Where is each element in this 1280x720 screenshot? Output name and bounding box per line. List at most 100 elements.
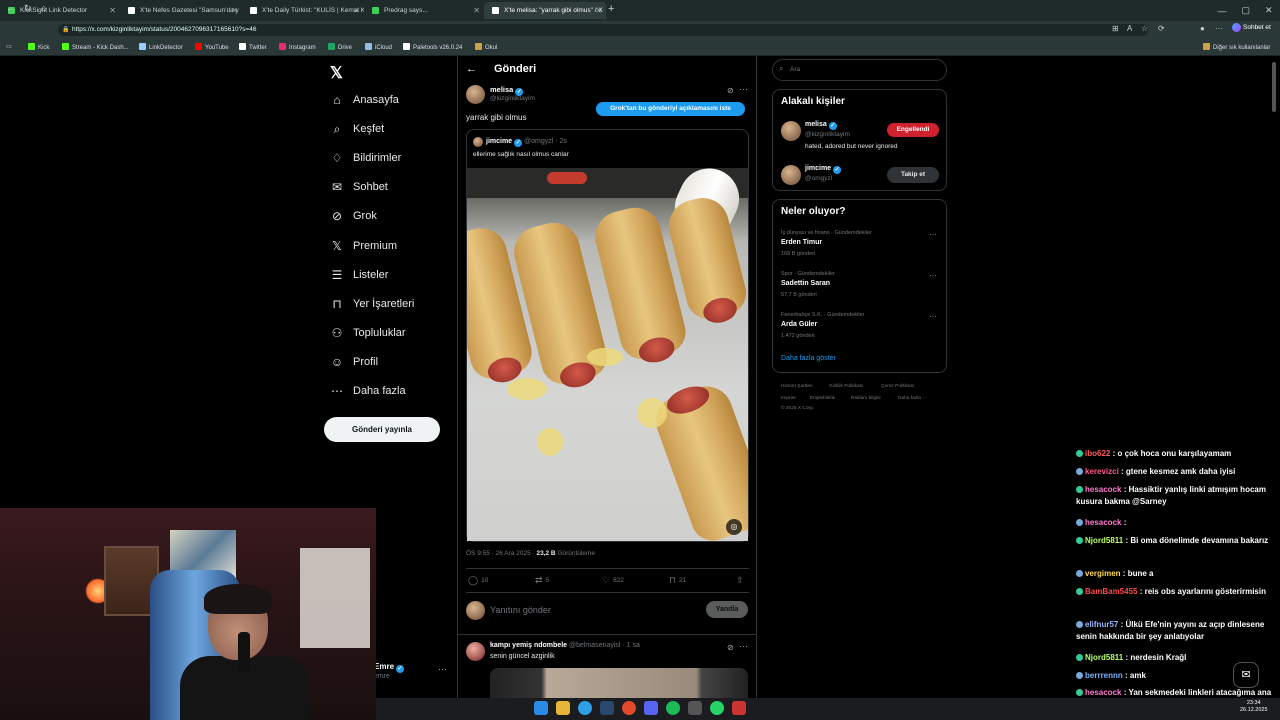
edge-icon[interactable] (578, 701, 592, 715)
related-avatar[interactable] (781, 121, 801, 141)
discord-icon[interactable] (644, 701, 658, 715)
close-tab-icon[interactable]: ✕ (473, 2, 480, 19)
account-more-icon[interactable]: ··· (438, 664, 447, 674)
nav-item[interactable]: ✉ Sohbet (330, 177, 388, 197)
follow-button[interactable]: Takip et (887, 167, 939, 183)
nav-item[interactable]: 𝕏 Premium (330, 236, 397, 256)
bookmark-item[interactable]: Instagram (279, 43, 316, 51)
back-nav-icon[interactable]: ← (6, 3, 15, 13)
read-aloud-icon[interactable]: A (1127, 24, 1132, 33)
browser-tab[interactable]: X'te melisa: "yarrak gibi olmus" / X ✕ (484, 2, 606, 19)
related-name[interactable]: jimcime ✓ (805, 165, 842, 174)
refresh-page-icon[interactable]: ⟳ (1158, 24, 1165, 33)
new-tab-button[interactable]: + (608, 3, 614, 15)
account-name[interactable]: Emre ✓ (374, 662, 405, 673)
address-bar[interactable]: 🔒 https://x.com/kizginliktayim/status/200… (58, 24, 1148, 36)
bookmark-action[interactable]: ⊓ 21 (669, 575, 686, 586)
refresh-icon[interactable]: ↻ (24, 3, 32, 14)
minimize-icon[interactable]: — (1217, 6, 1226, 16)
file-explorer-icon[interactable] (556, 701, 570, 715)
repost-action[interactable]: ⇄ 5 (535, 575, 549, 586)
reply-author[interactable]: kampı yemiş ndombele @belmasenayisl · 1 … (490, 642, 640, 649)
taskbar-clock[interactable]: 23:34 26.12.2025 (1240, 700, 1268, 714)
footer-link[interactable]: Çerez Politikası (881, 384, 914, 389)
window-controls[interactable]: — ▢ ✕ (1210, 0, 1280, 21)
obs-icon[interactable] (688, 701, 702, 715)
nav-item[interactable]: ☰ Listeler (330, 265, 389, 285)
author-handle[interactable]: @kizginliktayim (490, 95, 535, 102)
nav-item[interactable]: ☺ Profil (330, 352, 378, 372)
start-icon[interactable] (534, 701, 548, 715)
reply-more-icon[interactable]: ··· (739, 641, 748, 651)
settings-more-icon[interactable]: ··· (1215, 24, 1223, 33)
back-arrow-icon[interactable]: ← (466, 63, 477, 75)
like-action[interactable]: ♡ 822 (602, 575, 624, 586)
whatsapp-icon[interactable] (710, 701, 724, 715)
bookmark-item[interactable]: iCloud (365, 43, 392, 51)
media-settings-icon[interactable]: ◎ (726, 519, 742, 535)
extensions-icon[interactable]: ⊞ (1112, 24, 1119, 33)
copilot-chat-button[interactable]: Sohbet et (1232, 23, 1271, 32)
close-tab-icon[interactable]: ✕ (109, 2, 116, 19)
footer-link[interactable]: Gizlilik Politikası (829, 384, 863, 389)
post-button[interactable]: Gönderi yayınla (324, 417, 440, 442)
author-avatar[interactable] (466, 85, 485, 104)
bookmark-item[interactable]: LinkDetector (139, 43, 183, 51)
bookmark-item[interactable]: Okul (475, 43, 497, 51)
nav-item[interactable]: ♢ Bildirimler (330, 148, 402, 168)
bookmark-item[interactable]: Paletools v26.0.24 (403, 43, 462, 51)
trend-more-icon[interactable]: ··· (929, 230, 937, 239)
nav-item[interactable]: ⊘ Grok (330, 206, 377, 226)
trend-name[interactable]: Sadettin Saran (781, 280, 830, 287)
footer-link[interactable]: Daha fazla ··· (898, 396, 927, 401)
favorite-star-icon[interactable]: ☆ (1141, 24, 1148, 33)
trend-more-icon[interactable]: ··· (929, 271, 937, 280)
reply-author-avatar[interactable] (466, 642, 485, 661)
related-avatar[interactable] (781, 165, 801, 185)
spotify-icon[interactable] (666, 701, 680, 715)
grok-explain-button[interactable]: Grok'tan bu gönderiyi açıklamasını iste (596, 102, 745, 116)
share-action[interactable]: ⇧ (736, 575, 747, 586)
profile-avatar[interactable]: ● (1200, 24, 1205, 33)
nav-item[interactable]: ⌂ Anasayfa (330, 90, 399, 110)
bookmark-item[interactable]: YouTube (195, 43, 229, 51)
nav-item[interactable]: ⚇ Topluluklar (330, 323, 406, 343)
bookmark-apps-icon[interactable]: ▭ (6, 43, 12, 50)
app-icon[interactable] (622, 701, 636, 715)
browser-tab[interactable]: X'te Nefes Gazetesi "Samsun'da y ✕ (120, 2, 242, 19)
browser-tab[interactable]: Predrag says... ✕ (364, 2, 484, 19)
messages-button[interactable]: ✉ (1233, 662, 1259, 688)
grok-icon[interactable]: ⊘ (727, 86, 734, 95)
page-scrollbar[interactable] (1272, 62, 1276, 112)
nav-item[interactable]: ⋯ Daha fazla (330, 381, 406, 401)
browser-tab[interactable]: X'te Daily Türkist: "KULİS | Kemal K ✕ (242, 2, 364, 19)
nav-item[interactable]: ⊓ Yer İşaretleri (330, 294, 414, 314)
steam-icon[interactable] (600, 701, 614, 715)
show-more-link[interactable]: Daha fazla göster (781, 355, 836, 362)
grok-icon[interactable]: ⊘ (727, 643, 734, 652)
trend-name[interactable]: Arda Güler (781, 321, 817, 328)
x-logo-icon[interactable]: 𝕏 (330, 63, 343, 83)
trend-name[interactable]: Erden Timur (781, 239, 822, 246)
close-tab-icon[interactable]: ✕ (353, 2, 360, 19)
footer-link[interactable]: Erişilebilirlik (810, 396, 835, 401)
close-tab-icon[interactable]: ✕ (231, 2, 238, 19)
footer-link[interactable]: Imprint (781, 396, 796, 401)
quote-media-image[interactable] (467, 168, 748, 541)
blocked-button[interactable]: Engellendi (887, 123, 939, 137)
nav-item[interactable]: ⌕ Keşfet (330, 119, 385, 139)
post-more-icon[interactable]: ··· (739, 84, 748, 94)
maximize-icon[interactable]: ▢ (1241, 5, 1250, 16)
app-icon[interactable] (732, 701, 746, 715)
quote-author[interactable]: jimcime ✓ @omgyzl · 2s (486, 138, 567, 147)
trend-more-icon[interactable]: ··· (929, 312, 937, 321)
reply-input[interactable]: Yanıtını gönder (490, 605, 551, 615)
bookmark-item[interactable]: Drive (328, 43, 352, 51)
bookmark-item[interactable]: Kick (28, 43, 49, 51)
close-tab-icon[interactable]: ✕ (595, 2, 602, 19)
reply-action[interactable]: ◯ 10 (468, 575, 488, 586)
footer-link[interactable]: Reklam bilgisi (851, 396, 881, 401)
reply-button[interactable]: Yanıtla (706, 601, 748, 618)
quote-avatar[interactable] (473, 137, 483, 147)
bookmark-item[interactable]: Twitter (239, 43, 267, 51)
